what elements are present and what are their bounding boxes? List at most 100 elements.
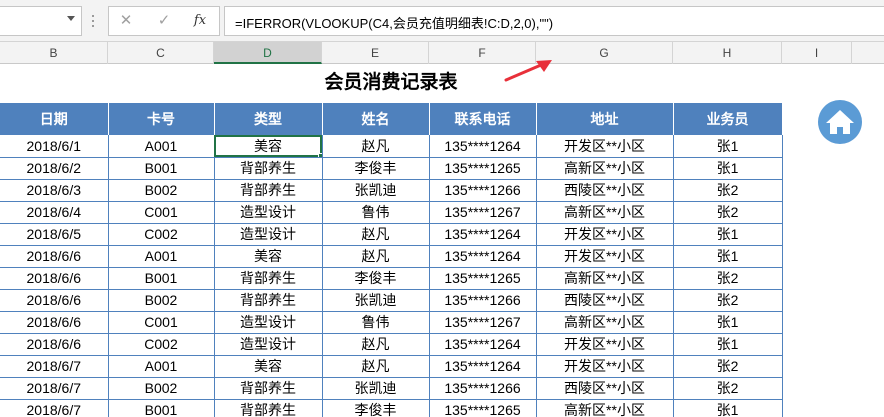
cell-address[interactable]: 西陵区**小区	[536, 377, 674, 400]
cell-type[interactable]: 背部养生	[214, 157, 323, 180]
cell-address[interactable]: 高新区**小区	[536, 399, 674, 417]
cell-date[interactable]: 2018/6/6	[0, 311, 109, 334]
column-header-i[interactable]: I	[782, 42, 852, 64]
cell-address[interactable]: 开发区**小区	[536, 333, 674, 356]
cell-type[interactable]: 美容	[214, 245, 323, 268]
name-box[interactable]	[0, 6, 82, 36]
cell-phone[interactable]: 135****1264	[429, 223, 537, 246]
cell-card-no[interactable]: A001	[108, 135, 215, 158]
cell-name[interactable]: 李俊丰	[322, 267, 430, 290]
header-address[interactable]: 地址	[536, 103, 674, 135]
cell-phone[interactable]: 135****1265	[429, 399, 537, 417]
cell-name[interactable]: 赵凡	[322, 245, 430, 268]
cell-type[interactable]: 美容	[214, 135, 323, 158]
insert-function-icon[interactable]: fx	[189, 11, 211, 31]
cell-date[interactable]: 2018/6/6	[0, 333, 109, 356]
cell-address[interactable]: 开发区**小区	[536, 245, 674, 268]
cell-type[interactable]: 造型设计	[214, 333, 323, 356]
cell-salesperson[interactable]: 张2	[673, 355, 783, 378]
column-header-d[interactable]: D	[214, 42, 322, 64]
cell-salesperson[interactable]: 张1	[673, 135, 783, 158]
cell-salesperson[interactable]: 张1	[673, 333, 783, 356]
cell-name[interactable]: 赵凡	[322, 333, 430, 356]
cell-card-no[interactable]: B002	[108, 377, 215, 400]
cell-name[interactable]: 李俊丰	[322, 157, 430, 180]
cell-card-no[interactable]: C001	[108, 201, 215, 224]
drag-handle-icon[interactable]	[90, 12, 96, 30]
cell-name[interactable]: 赵凡	[322, 355, 430, 378]
column-header-h[interactable]: H	[673, 42, 782, 64]
home-button[interactable]	[818, 100, 862, 144]
cell-phone[interactable]: 135****1265	[429, 267, 537, 290]
cell-card-no[interactable]: B002	[108, 179, 215, 202]
cell-salesperson[interactable]: 张2	[673, 179, 783, 202]
cell-name[interactable]: 张凯迪	[322, 179, 430, 202]
cell-address[interactable]: 开发区**小区	[536, 223, 674, 246]
cell-date[interactable]: 2018/6/1	[0, 135, 109, 158]
formula-input[interactable]: =IFERROR(VLOOKUP(C4,会员充值明细表!C:D,2,0),"")	[224, 6, 884, 36]
cell-phone[interactable]: 135****1264	[429, 355, 537, 378]
cell-name[interactable]: 赵凡	[322, 223, 430, 246]
cell-salesperson[interactable]: 张1	[673, 223, 783, 246]
cell-card-no[interactable]: B001	[108, 399, 215, 417]
cell-address[interactable]: 西陵区**小区	[536, 179, 674, 202]
cell-type[interactable]: 背部养生	[214, 399, 323, 417]
cell-address[interactable]: 开发区**小区	[536, 135, 674, 158]
cell-card-no[interactable]: C002	[108, 333, 215, 356]
cell-date[interactable]: 2018/6/7	[0, 377, 109, 400]
header-type[interactable]: 类型	[214, 103, 323, 135]
cell-salesperson[interactable]: 张1	[673, 157, 783, 180]
cell-card-no[interactable]: A001	[108, 245, 215, 268]
cell-address[interactable]: 开发区**小区	[536, 355, 674, 378]
cell-name[interactable]: 张凯迪	[322, 377, 430, 400]
cell-type[interactable]: 造型设计	[214, 311, 323, 334]
cell-card-no[interactable]: C002	[108, 223, 215, 246]
cell-name[interactable]: 鲁伟	[322, 311, 430, 334]
cell-name[interactable]: 李俊丰	[322, 399, 430, 417]
cell-type[interactable]: 背部养生	[214, 267, 323, 290]
cell-address[interactable]: 高新区**小区	[536, 201, 674, 224]
cell-date[interactable]: 2018/6/2	[0, 157, 109, 180]
cell-phone[interactable]: 135****1264	[429, 245, 537, 268]
cell-name[interactable]: 张凯迪	[322, 289, 430, 312]
cell-salesperson[interactable]: 张2	[673, 377, 783, 400]
cell-date[interactable]: 2018/6/6	[0, 267, 109, 290]
cell-phone[interactable]: 135****1264	[429, 135, 537, 158]
cell-salesperson[interactable]: 张2	[673, 267, 783, 290]
cell-card-no[interactable]: A001	[108, 355, 215, 378]
cell-name[interactable]: 鲁伟	[322, 201, 430, 224]
header-salesperson[interactable]: 业务员	[673, 103, 783, 135]
column-header-b[interactable]: B	[0, 42, 108, 64]
cell-date[interactable]: 2018/6/3	[0, 179, 109, 202]
cell-salesperson[interactable]: 张1	[673, 245, 783, 268]
cell-date[interactable]: 2018/6/7	[0, 399, 109, 417]
cell-salesperson[interactable]: 张2	[673, 201, 783, 224]
cell-type[interactable]: 造型设计	[214, 201, 323, 224]
cell-address[interactable]: 高新区**小区	[536, 311, 674, 334]
cell-date[interactable]: 2018/6/6	[0, 245, 109, 268]
cell-address[interactable]: 高新区**小区	[536, 157, 674, 180]
header-phone[interactable]: 联系电话	[429, 103, 537, 135]
chevron-down-icon[interactable]	[67, 16, 75, 21]
cell-phone[interactable]: 135****1267	[429, 311, 537, 334]
header-card-no[interactable]: 卡号	[108, 103, 215, 135]
cell-type[interactable]: 背部养生	[214, 289, 323, 312]
cell-phone[interactable]: 135****1266	[429, 179, 537, 202]
cell-date[interactable]: 2018/6/5	[0, 223, 109, 246]
cell-card-no[interactable]: C001	[108, 311, 215, 334]
header-date[interactable]: 日期	[0, 103, 109, 135]
cell-address[interactable]: 西陵区**小区	[536, 289, 674, 312]
cell-type[interactable]: 美容	[214, 355, 323, 378]
enter-icon[interactable]: ✓	[153, 11, 175, 31]
cell-card-no[interactable]: B001	[108, 267, 215, 290]
cell-type[interactable]: 背部养生	[214, 377, 323, 400]
cell-date[interactable]: 2018/6/4	[0, 201, 109, 224]
cell-phone[interactable]: 135****1265	[429, 157, 537, 180]
cell-salesperson[interactable]: 张1	[673, 311, 783, 334]
cell-address[interactable]: 高新区**小区	[536, 267, 674, 290]
cell-card-no[interactable]: B002	[108, 289, 215, 312]
cancel-icon[interactable]: ✕	[115, 11, 137, 31]
cell-phone[interactable]: 135****1264	[429, 333, 537, 356]
cell-salesperson[interactable]: 张2	[673, 289, 783, 312]
column-header-c[interactable]: C	[108, 42, 214, 64]
